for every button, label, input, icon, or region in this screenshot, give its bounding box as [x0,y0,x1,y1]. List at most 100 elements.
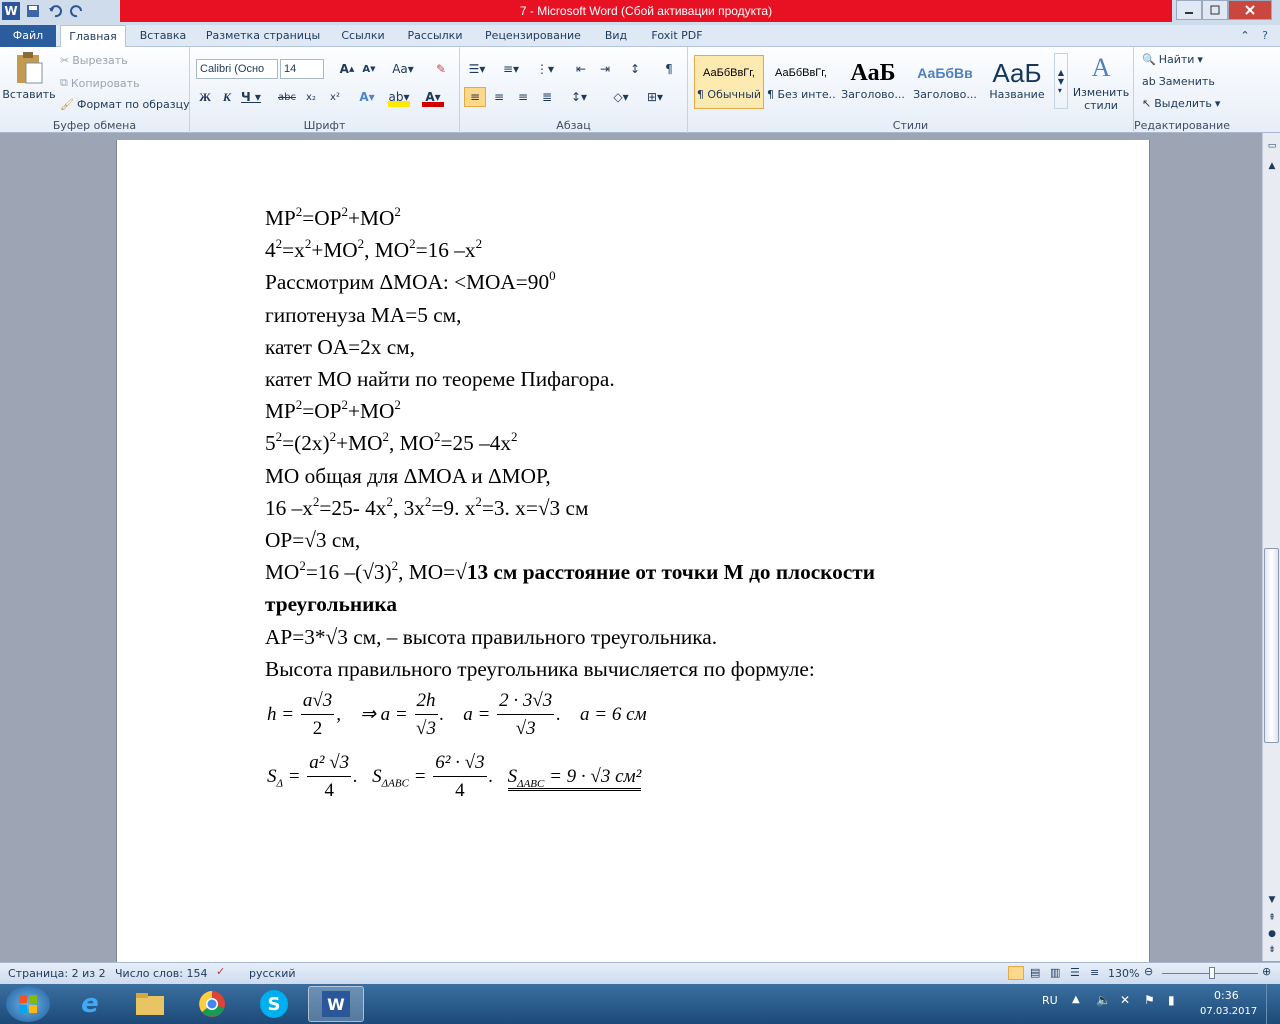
close-button[interactable] [1228,0,1272,20]
tab-file[interactable]: Файл [0,25,56,47]
change-styles-button[interactable]: A Изменить стили [1072,53,1130,112]
borders-icon[interactable]: ⊞▾ [644,87,666,107]
draft-icon[interactable]: ≡ [1090,966,1099,979]
scroll-thumb[interactable] [1264,548,1279,743]
styles-scroll-icon[interactable]: ▲ ▼ ▾ [1054,53,1068,109]
ie-taskbar-icon[interactable]: e [62,986,118,1022]
explorer-taskbar-icon[interactable] [122,986,178,1022]
text-effects-icon[interactable]: A▾ [356,87,378,107]
ruler-toggle-icon[interactable]: ▭ [1265,141,1279,155]
tab-page-layout[interactable]: Разметка страницы [200,25,326,47]
italic-icon[interactable]: К [216,87,238,107]
tab-insert[interactable]: Вставка [132,25,194,47]
style-heading-2[interactable]: АаБбВв Заголово... [910,55,980,109]
shrink-font-icon[interactable]: A ▼ [358,59,380,79]
tab-foxit-pdf[interactable]: Foxit PDF [644,25,710,47]
word-count[interactable]: Число слов: 154 [115,967,208,980]
tab-home[interactable]: Главная [60,25,126,48]
network-icon[interactable]: ✕ [1120,993,1130,1007]
tab-references[interactable]: Ссылки [332,25,394,47]
scroll-down-icon[interactable]: ▼ [1265,895,1279,909]
multilevel-list-icon[interactable]: ⋮▾ [534,59,556,79]
align-center-icon[interactable]: ≡ [488,87,510,107]
numbering-icon[interactable]: ≡▾ [500,59,522,79]
decrease-indent-icon[interactable]: ⇤ [570,59,592,79]
show-desktop-button[interactable] [1266,984,1280,1024]
change-case-icon[interactable]: Aa▾ [392,59,414,79]
browse-object-icon[interactable]: ● [1265,929,1279,943]
style-normal[interactable]: АаБбВвГг, ¶ Обычный [694,55,764,109]
grow-font-icon[interactable]: A ▲ [336,59,358,79]
zoom-out-icon[interactable]: ⊖ [1144,965,1153,978]
underline-icon[interactable]: Ч ▾ [240,87,262,107]
page-count[interactable]: Страница: 2 из 2 [8,967,106,980]
document-body[interactable]: MP2=OP2+MO2 42=x2+MO2, MO2=16 –x2 Рассмо… [265,202,1025,685]
pilcrow-icon[interactable]: ¶ [658,59,680,79]
prev-page-icon[interactable]: ⇞ [1265,913,1279,927]
volume-icon[interactable]: 🔈 [1096,993,1111,1007]
increase-indent-icon[interactable]: ⇥ [594,59,616,79]
strikethrough-icon[interactable]: abc [276,87,298,107]
sort-icon[interactable]: ↕ [624,59,646,79]
vertical-scrollbar[interactable]: ▭ ▲ ▼ ⇞ ● ⇟ [1262,133,1280,961]
tab-review[interactable]: Рецензирование [476,25,590,47]
replace-button[interactable]: ab Заменить [1142,75,1215,88]
shading-icon[interactable]: ◇▾ [610,87,632,107]
ribbon-minimize-icon[interactable]: ⌃ [1238,25,1252,47]
word-app-icon[interactable]: W [2,2,20,20]
zoom-slider-thumb[interactable] [1209,967,1215,979]
skype-taskbar-icon[interactable]: S [246,986,302,1022]
paste-button[interactable]: Вставить [2,51,56,101]
word-taskbar-icon[interactable]: W [308,986,364,1022]
tab-mailings[interactable]: Рассылки [400,25,470,47]
zoom-in-icon[interactable]: ⊕ [1262,965,1271,978]
font-name-select[interactable]: Calibri (Осно [196,59,278,79]
clock-date[interactable]: 07.03.2017 [1200,1006,1257,1017]
tab-view[interactable]: Вид [596,25,636,47]
maximize-button[interactable] [1202,0,1228,20]
next-page-icon[interactable]: ⇟ [1265,945,1279,959]
battery-icon[interactable]: ▮ [1168,993,1175,1007]
copy-button[interactable]: ⧉ Копировать [60,76,140,90]
style-no-spacing[interactable]: АаБбВвГг, ¶ Без инте... [766,55,836,109]
format-painter-button[interactable]: 🖌 Формат по образцу [60,98,190,111]
proofing-icon[interactable]: ✓ [216,965,225,978]
line-spacing-icon[interactable]: ↕▾ [568,87,590,107]
align-left-icon[interactable]: ≡ [464,87,486,107]
input-language[interactable]: RU [1042,994,1058,1007]
outline-icon[interactable]: ☰ [1070,966,1080,979]
web-layout-icon[interactable]: ▥ [1050,966,1060,979]
undo-icon[interactable] [46,2,64,20]
scroll-up-icon[interactable]: ▲ [1265,161,1279,175]
tray-expand-icon[interactable]: ▲ [1072,994,1080,1005]
full-screen-reading-icon[interactable]: ▤ [1030,966,1040,979]
help-icon[interactable]: ? [1258,25,1272,47]
clock-time[interactable]: 0:36 [1214,989,1239,1002]
superscript-icon[interactable]: x² [324,87,346,107]
minimize-button[interactable] [1176,0,1202,20]
print-layout-icon[interactable] [1008,966,1024,980]
start-button[interactable] [6,986,50,1022]
redo-icon[interactable] [68,2,86,20]
select-button[interactable]: ↖ Выделить ▾ [1142,97,1220,110]
chrome-taskbar-icon[interactable] [184,986,240,1022]
bold-icon[interactable]: Ж [194,87,216,107]
justify-icon[interactable]: ≣ [536,87,558,107]
flag-icon[interactable]: ⚑ [1144,993,1155,1007]
style-title[interactable]: АаБ Название [982,55,1052,109]
clear-format-icon[interactable]: ✎ [430,59,452,79]
document-page[interactable]: MP2=OP2+MO2 42=x2+MO2, MO2=16 –x2 Рассмо… [116,140,1150,962]
save-icon[interactable] [24,2,42,20]
highlight-icon[interactable]: ab▾ [388,87,410,107]
language-status[interactable]: русский [249,967,296,980]
subscript-icon[interactable]: x₂ [300,87,322,107]
style-heading-1[interactable]: АаБ Заголово... [838,55,908,109]
cut-button[interactable]: ✂ Вырезать [60,54,128,67]
font-color-icon[interactable]: A▾ [422,87,444,107]
find-button[interactable]: 🔍 Найти ▾ [1142,53,1203,66]
doc-line: Высота правильного треугольника вычисляе… [265,656,815,681]
bullets-icon[interactable]: ☰▾ [466,59,488,79]
zoom-level[interactable]: 130% [1108,967,1139,980]
font-size-select[interactable]: 14 [280,59,324,79]
align-right-icon[interactable]: ≡ [512,87,534,107]
